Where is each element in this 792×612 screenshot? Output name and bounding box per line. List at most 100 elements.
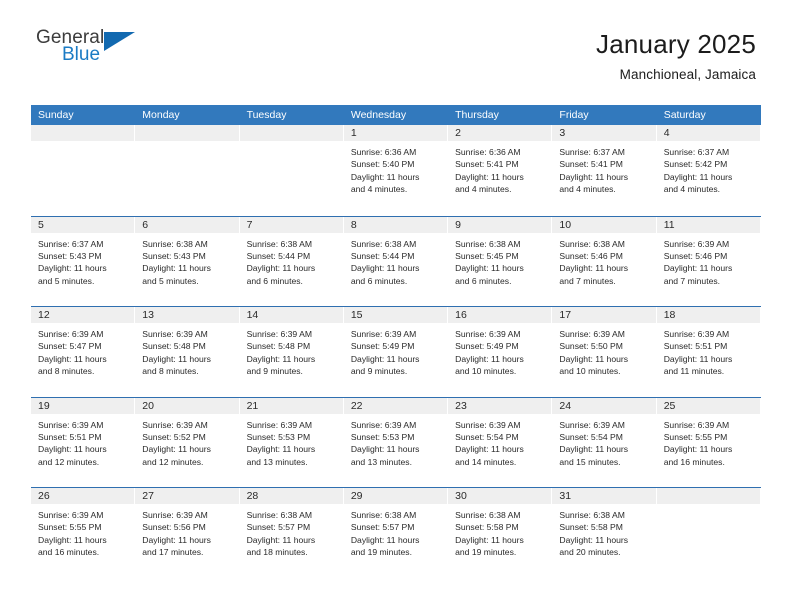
day-detail-line: Daylight: 11 hours	[142, 534, 211, 545]
day-detail-line: Daylight: 11 hours	[38, 263, 107, 274]
day-detail-line: Sunset: 5:48 PM	[246, 341, 311, 352]
day-detail-line: and 4 minutes.	[559, 184, 616, 195]
calendar-week-row: 19 Sunrise: 6:39 AM Sunset: 5:51 PM Dayligh…	[31, 396, 761, 487]
weekday-header-row: Sunday Monday Tuesday Wednesday Thursday Frid…	[31, 105, 761, 125]
day-detail-line: Sunset: 5:53 PM	[350, 431, 415, 442]
calendar-day-cell[interactable]: 25 Sunrise: 6:39 AM Sunset: 5:55 PM Dayligh…	[656, 397, 761, 487]
day-details: Sunrise: 6:39 AM Sunset: 5:50 PM Daylight:…	[552, 323, 655, 378]
calendar-day-cell[interactable]: 24 Sunrise: 6:39 AM Sunset: 5:54 PM Dayligh…	[552, 397, 657, 487]
calendar-day-cell[interactable]: 2 Sunrise: 6:36 AM Sunset: 5:41 PM Daylight…	[448, 125, 553, 216]
calendar-day-cell[interactable]: 5 Sunrise: 6:37 AM Sunset: 5:43 PM Daylight…	[31, 216, 136, 306]
day-detail-line: Sunset: 5:50 PM	[559, 341, 623, 352]
calendar-day-cell[interactable]: 11 Sunrise: 6:39 AM Sunset: 5:46 PM Dayligh…	[656, 216, 761, 306]
calendar-day-cell[interactable]: 16 Sunrise: 6:39 AM Sunset: 5:49 PM Dayligh…	[448, 307, 553, 397]
calendar-day-cell[interactable]: 29 Sunrise: 6:38 AM Sunset: 5:57 PM Dayligh…	[343, 488, 449, 578]
day-number: 26	[31, 488, 135, 504]
day-details: Sunrise: 6:39 AM Sunset: 5:53 PM Daylight:…	[240, 414, 343, 469]
day-detail-line: Sunrise: 6:39 AM	[663, 419, 730, 430]
calendar-week-row: 26 Sunrise: 6:39 AM Sunset: 5:55 PM Dayligh…	[31, 487, 761, 578]
calendar-day-cell[interactable]: 22 Sunrise: 6:39 AM Sunset: 5:53 PM Dayligh…	[343, 397, 449, 487]
day-detail-line: Sunset: 5:41 PM	[559, 159, 623, 170]
calendar-day-cell[interactable]: 15 Sunrise: 6:39 AM Sunset: 5:49 PM Dayligh…	[343, 307, 449, 397]
day-detail-line: Daylight: 11 hours	[350, 353, 420, 364]
weekday-header-wednesday: Wednesday	[350, 109, 407, 121]
calendar-day-cell[interactable]: 18 Sunrise: 6:39 AM Sunset: 5:51 PM Dayligh…	[656, 307, 761, 397]
day-details: Sunrise: 6:38 AM Sunset: 5:58 PM Daylight:…	[552, 504, 655, 559]
day-detail-line: and 20 minutes.	[559, 547, 621, 558]
title-block: January 2025 Manchioneal, Jamaica	[596, 28, 756, 82]
day-details: Sunrise: 6:39 AM Sunset: 5:51 PM Daylight:…	[31, 414, 134, 469]
brand-logo[interactable]: General Blue	[36, 28, 156, 78]
day-number: 1	[343, 125, 448, 141]
calendar-day-cell[interactable]: 17 Sunrise: 6:39 AM Sunset: 5:50 PM Dayligh…	[552, 307, 657, 397]
day-details: Sunrise: 6:39 AM Sunset: 5:51 PM Daylight:…	[657, 323, 760, 378]
calendar-day-cell[interactable]: 21 Sunrise: 6:39 AM Sunset: 5:53 PM Dayligh…	[239, 397, 344, 487]
calendar-day-cell-empty	[31, 125, 136, 216]
day-detail-line: Daylight: 11 hours	[350, 171, 420, 182]
day-number: 3	[552, 125, 656, 141]
calendar-day-cell[interactable]: 26 Sunrise: 6:39 AM Sunset: 5:55 PM Dayligh…	[31, 488, 136, 578]
day-detail-line: Sunrise: 6:39 AM	[663, 329, 730, 339]
day-detail-line: Sunrise: 6:39 AM	[38, 510, 104, 520]
day-detail-line: Sunrise: 6:39 AM	[142, 329, 208, 339]
day-number: 12	[31, 307, 135, 323]
day-number: 28	[239, 488, 343, 504]
day-detail-line: and 6 minutes.	[455, 275, 512, 286]
calendar-day-cell[interactable]: 4 Sunrise: 6:37 AM Sunset: 5:42 PM Daylight…	[656, 125, 761, 216]
calendar-day-cell[interactable]: 19 Sunrise: 6:39 AM Sunset: 5:51 PM Dayligh…	[31, 397, 136, 487]
day-detail-line: and 12 minutes.	[142, 456, 204, 467]
calendar-day-cell[interactable]: 1 Sunrise: 6:36 AM Sunset: 5:40 PM Daylight…	[343, 125, 449, 216]
day-detail-line: and 9 minutes.	[246, 366, 303, 377]
calendar-day-cell[interactable]: 31 Sunrise: 6:38 AM Sunset: 5:58 PM Dayligh…	[552, 488, 657, 578]
day-details: Sunrise: 6:39 AM Sunset: 5:56 PM Daylight:…	[135, 504, 238, 559]
day-detail-line: Daylight: 11 hours	[38, 444, 107, 455]
day-number: 22	[343, 397, 448, 414]
calendar-day-cell[interactable]: 9 Sunrise: 6:38 AM Sunset: 5:45 PM Daylight…	[448, 216, 553, 306]
day-detail-line: Daylight: 11 hours	[142, 444, 211, 455]
calendar-day-cell[interactable]: 30 Sunrise: 6:38 AM Sunset: 5:58 PM Dayligh…	[448, 488, 553, 578]
calendar-day-cell[interactable]: 13 Sunrise: 6:39 AM Sunset: 5:48 PM Dayligh…	[135, 307, 240, 397]
day-details: Sunrise: 6:37 AM Sunset: 5:42 PM Daylight:…	[657, 141, 760, 196]
day-detail-line: Sunrise: 6:39 AM	[559, 419, 625, 430]
calendar-day-cell[interactable]: 27 Sunrise: 6:39 AM Sunset: 5:56 PM Dayligh…	[135, 488, 240, 578]
weekday-header-thursday: Thursday	[455, 109, 499, 121]
day-detail-line: Sunset: 5:56 PM	[142, 522, 206, 533]
day-details: Sunrise: 6:39 AM Sunset: 5:54 PM Daylight:…	[448, 414, 551, 469]
day-number: 5	[31, 216, 135, 233]
calendar-day-cell[interactable]: 10 Sunrise: 6:38 AM Sunset: 5:46 PM Dayligh…	[552, 216, 657, 306]
day-number: 24	[552, 397, 656, 414]
calendar-day-cell[interactable]: 20 Sunrise: 6:39 AM Sunset: 5:52 PM Dayligh…	[135, 397, 240, 487]
day-number: 23	[448, 397, 552, 414]
day-detail-line: Sunrise: 6:39 AM	[350, 329, 417, 339]
day-detail-line: Sunrise: 6:39 AM	[559, 329, 625, 339]
day-detail-line: Daylight: 11 hours	[350, 534, 420, 545]
day-detail-line: Daylight: 11 hours	[559, 171, 629, 182]
calendar-day-cell[interactable]: 28 Sunrise: 6:38 AM Sunset: 5:57 PM Dayligh…	[239, 488, 344, 578]
day-detail-line: and 6 minutes.	[246, 275, 303, 286]
calendar-day-cell[interactable]: 14 Sunrise: 6:39 AM Sunset: 5:48 PM Dayligh…	[239, 307, 344, 397]
day-detail-line: Daylight: 11 hours	[559, 263, 629, 274]
day-detail-line: Sunrise: 6:38 AM	[350, 238, 417, 249]
calendar-day-cell[interactable]: 7 Sunrise: 6:38 AM Sunset: 5:44 PM Daylight…	[239, 216, 344, 306]
day-detail-line: Sunrise: 6:39 AM	[663, 238, 730, 249]
calendar-day-cell[interactable]: 3 Sunrise: 6:37 AM Sunset: 5:41 PM Daylight…	[552, 125, 657, 216]
calendar-day-cell[interactable]: 12 Sunrise: 6:39 AM Sunset: 5:47 PM Dayligh…	[31, 307, 136, 397]
calendar-day-cell[interactable]: 6 Sunrise: 6:38 AM Sunset: 5:43 PM Daylight…	[135, 216, 240, 306]
day-detail-line: and 11 minutes.	[663, 366, 725, 377]
calendar-day-cell[interactable]: 8 Sunrise: 6:38 AM Sunset: 5:44 PM Daylight…	[343, 216, 449, 306]
day-details: Sunrise: 6:38 AM Sunset: 5:57 PM Daylight:…	[240, 504, 343, 559]
day-detail-line: Daylight: 11 hours	[663, 353, 733, 364]
day-detail-line: and 10 minutes.	[559, 366, 621, 377]
day-detail-line: and 7 minutes.	[663, 275, 721, 286]
weekday-header-monday: Monday	[142, 109, 180, 121]
calendar-day-cell[interactable]: 23 Sunrise: 6:39 AM Sunset: 5:54 PM Dayligh…	[448, 397, 553, 487]
day-detail-line: and 18 minutes.	[246, 547, 308, 558]
day-details: Sunrise: 6:39 AM Sunset: 5:55 PM Daylight:…	[31, 504, 134, 559]
calendar-day-cell-empty	[239, 125, 344, 216]
day-detail-line: and 19 minutes.	[455, 547, 517, 558]
day-number: 19	[31, 397, 135, 414]
day-details: Sunrise: 6:38 AM Sunset: 5:44 PM Daylight:…	[240, 233, 343, 288]
day-detail-line: Sunset: 5:44 PM	[350, 250, 415, 261]
day-details	[240, 141, 343, 146]
day-detail-line: Sunrise: 6:38 AM	[455, 510, 521, 520]
